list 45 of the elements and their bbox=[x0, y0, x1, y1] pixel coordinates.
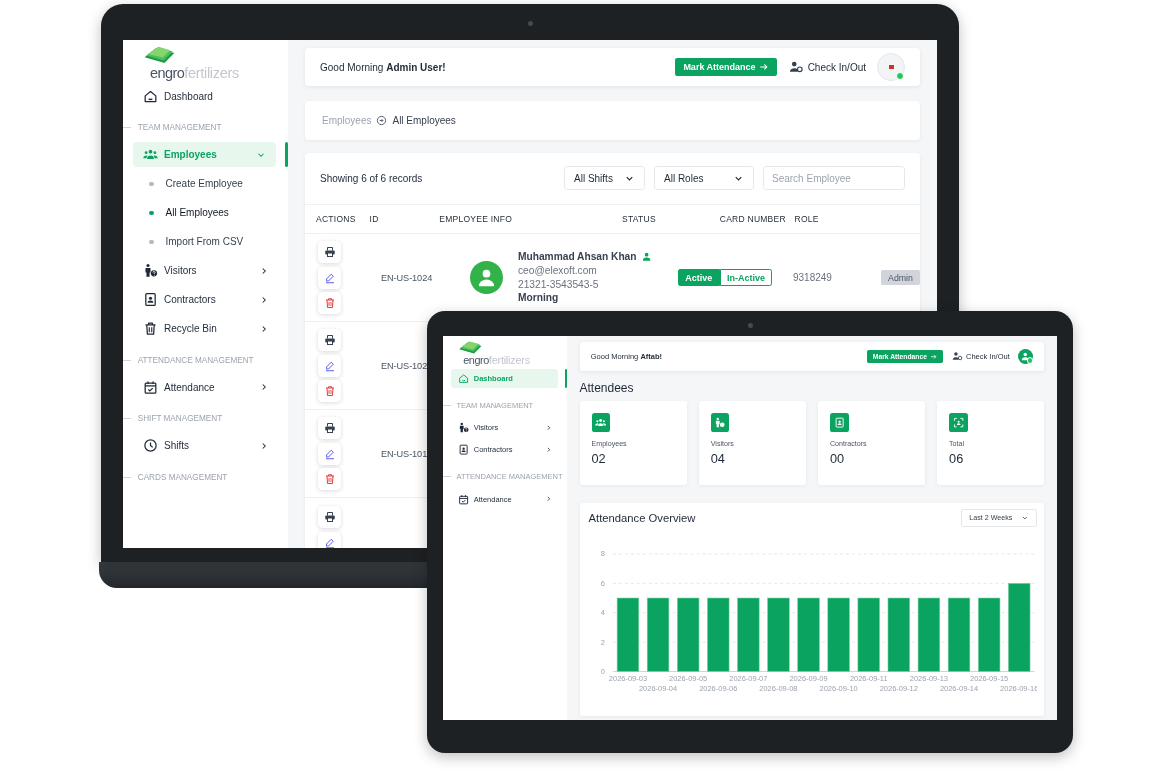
sidebar-item[interactable]: Attendance bbox=[133, 374, 279, 400]
section-heading: SHIFT MANAGEMENT bbox=[137, 414, 223, 424]
sidebar-item[interactable]: Dashboard bbox=[133, 84, 279, 109]
sidebar-subitem[interactable]: Import From CSV bbox=[123, 227, 288, 257]
sidebar-subitem[interactable]: All Employees bbox=[123, 198, 288, 228]
check-in-out-link[interactable]: Check In/Out bbox=[789, 60, 866, 74]
filter-dropdown[interactable]: All Shifts bbox=[564, 166, 645, 190]
employee-email: ceo@elexoft.com bbox=[518, 263, 598, 278]
column-header: ID bbox=[369, 214, 380, 224]
sidebar-item[interactable]: Shifts bbox=[133, 433, 279, 459]
stat-value: 04 bbox=[710, 450, 726, 466]
records-summary: Showing 6 of 6 records bbox=[320, 172, 424, 184]
employee-cnic: 21321-3543543-5 bbox=[518, 277, 600, 292]
stat-value: 02 bbox=[591, 450, 607, 466]
page-title: Attendees bbox=[579, 381, 635, 396]
breadcrumb-link[interactable]: All Employees bbox=[392, 115, 456, 126]
column-header: CARD NUMBER bbox=[719, 214, 787, 224]
search-field[interactable]: Search Employee bbox=[763, 166, 905, 190]
column-header: EMPLOYEE INFO bbox=[439, 214, 514, 224]
sidebar-item[interactable]: Visitors bbox=[133, 258, 279, 284]
table-cell-text: EN-US-102 bbox=[381, 360, 429, 371]
stat-value: 00 bbox=[829, 450, 846, 466]
stat-value: 06 bbox=[949, 450, 965, 466]
chart-title: Attendance Overview bbox=[588, 512, 696, 525]
column-header: STATUS bbox=[622, 214, 657, 224]
filter-dropdown[interactable]: All Roles bbox=[654, 166, 754, 190]
column-header: ROLE bbox=[794, 214, 820, 224]
sidebar-subitem[interactable]: Create Employee bbox=[123, 169, 288, 199]
section-heading: CARDS MANAGEMENT bbox=[137, 472, 228, 482]
column-header: ACTIONS bbox=[316, 214, 357, 224]
role-badge: Admin bbox=[881, 270, 920, 285]
sidebar-item[interactable]: Recycle Bin bbox=[133, 316, 279, 342]
logo-text: fertilizers bbox=[184, 65, 239, 80]
logo-text: fertilizers bbox=[488, 355, 530, 366]
table-cell-text: 9318249 bbox=[793, 272, 833, 284]
section-heading: TEAM MANAGEMENT bbox=[137, 123, 222, 133]
greeting-text: Good Morning Admin User! bbox=[320, 61, 447, 73]
logo-text: engro bbox=[150, 65, 185, 80]
section-heading: ATTENDANCE MANAGEMENT bbox=[137, 355, 254, 365]
sidebar-item[interactable]: Contractors bbox=[133, 287, 279, 313]
table-cell-text: EN-US-1024 bbox=[381, 272, 434, 283]
logo-text: engro bbox=[463, 355, 489, 366]
employee-name: Muhammad Ahsan Khan bbox=[518, 250, 637, 264]
table-cell-text: EN-US-101 bbox=[381, 448, 429, 459]
employee-shift: Morning bbox=[518, 291, 560, 306]
